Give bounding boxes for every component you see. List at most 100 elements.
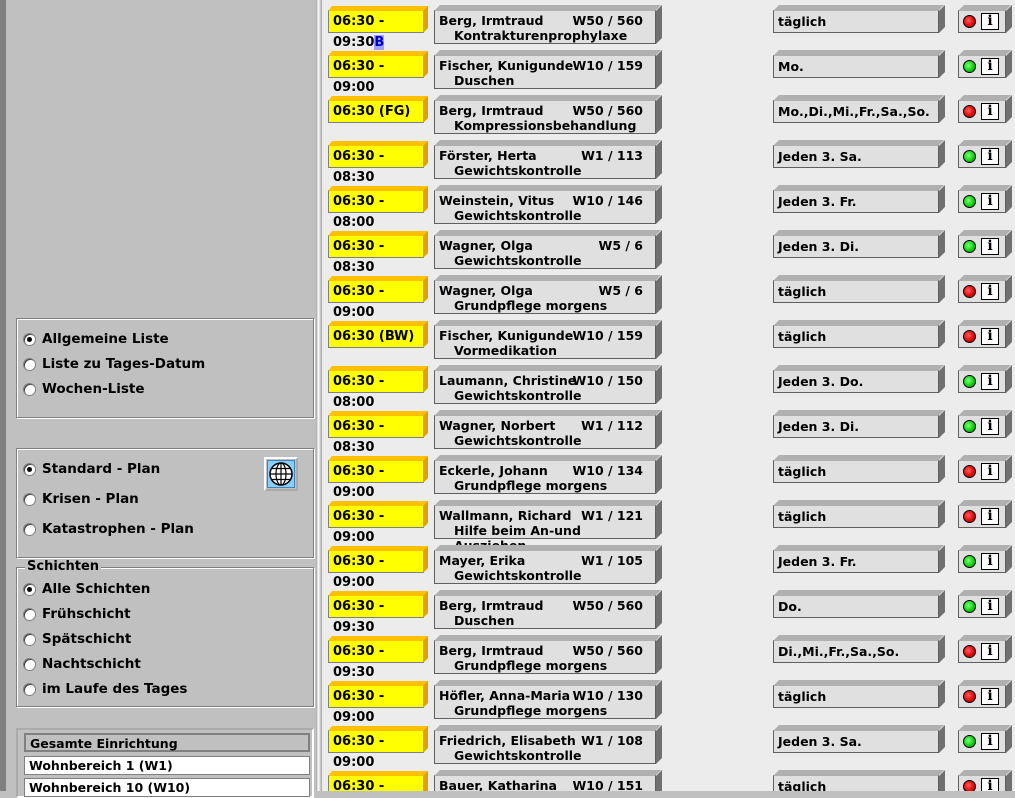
resident-task-button[interactable]: Fischer, Kunigunde W10 / 159 Vormedikati… [434, 325, 656, 359]
frequency-field[interactable]: täglich [773, 460, 939, 483]
task-row[interactable]: 06:30 - 08:30 Wagner, Olga W5 / 6 Gewich… [322, 225, 1015, 275]
radio-katastrophen-plan[interactable]: Katastrophen - Plan [23, 519, 194, 539]
info-button[interactable]: i [981, 643, 999, 660]
time-field[interactable]: 06:30 - 09:00 [328, 280, 424, 320]
radio-krisen-plan[interactable]: Krisen - Plan [23, 489, 139, 509]
info-button[interactable]: i [981, 553, 999, 570]
task-row[interactable]: 06:30 - 09:30B Berg, Irmtraud W50 / 560 … [322, 0, 1015, 50]
info-button[interactable]: i [981, 58, 999, 75]
resident-task-button[interactable]: Eckerle, Johann W10 / 134 Grundpflege mo… [434, 460, 656, 494]
time-field[interactable]: 06:30 - 08:00 [328, 190, 424, 230]
resident-task-button[interactable]: Mayer, Erika W1 / 105 Gewichtskontrolle [434, 550, 656, 584]
green-status-dot-icon[interactable] [963, 195, 976, 208]
time-field[interactable]: 06:30 - 08:30 [328, 235, 424, 275]
radio-button-icon[interactable] [23, 332, 36, 346]
time-field[interactable]: 06:30 (BW) [328, 325, 424, 348]
resident-task-button[interactable]: Laumann, Christine W10 / 150 Gewichtskon… [434, 370, 656, 404]
resident-task-button[interactable]: Berg, Irmtraud W50 / 560 Kompressionsbeh… [434, 100, 656, 134]
task-row[interactable]: 06:30 - 08:00 Weinstein, Vitus W10 / 146… [322, 180, 1015, 230]
task-row[interactable]: 06:30 - 09:30 Berg, Irmtraud W50 / 560 G… [322, 630, 1015, 680]
info-button[interactable]: i [981, 103, 999, 120]
task-row[interactable]: 06:30 - 08:30 Wagner, Norbert W1 / 112 G… [322, 405, 1015, 455]
frequency-field[interactable]: Jeden 3. Sa. [773, 730, 939, 753]
green-status-dot-icon[interactable] [963, 150, 976, 163]
frequency-field[interactable]: Jeden 3. Fr. [773, 550, 939, 573]
red-status-dot-icon[interactable] [963, 285, 976, 298]
resident-task-button[interactable]: Friedrich, Elisabeth W1 / 108 Gewichtsko… [434, 730, 656, 764]
time-field[interactable]: 06:30 - 09:30 [328, 640, 424, 680]
red-status-dot-icon[interactable] [963, 510, 976, 523]
info-button[interactable]: i [981, 418, 999, 435]
task-row[interactable]: 06:30 - 08:30 Förster, Herta W1 / 113 Ge… [322, 135, 1015, 185]
time-field[interactable]: 06:30 - 09:00 [328, 550, 424, 590]
frequency-field[interactable]: Jeden 3. Do. [773, 370, 939, 393]
radio-button-icon[interactable] [23, 682, 36, 696]
task-row[interactable]: 06:30 - 09:00 Friedrich, Elisabeth W1 / … [322, 720, 1015, 770]
time-field[interactable]: 06:30 - 09:00 [328, 55, 424, 95]
globe-button[interactable] [264, 457, 298, 491]
frequency-field[interactable]: Jeden 3. Fr. [773, 190, 939, 213]
task-row[interactable]: 06:30 - 09:00 Bauer, Katharina W10 / 151… [322, 765, 1015, 791]
green-status-dot-icon[interactable] [963, 60, 976, 73]
frequency-field[interactable]: Jeden 3. Di. [773, 235, 939, 258]
green-status-dot-icon[interactable] [963, 240, 976, 253]
frequency-field[interactable]: täglich [773, 10, 939, 33]
task-row[interactable]: 06:30 - 08:00 Laumann, Christine W10 / 1… [322, 360, 1015, 410]
info-button[interactable]: i [981, 238, 999, 255]
frequency-field[interactable]: täglich [773, 685, 939, 708]
radio-im-laufe-des-tages[interactable]: im Laufe des Tages [23, 679, 187, 699]
resident-task-button[interactable]: Wallmann, Richard W1 / 121 Hilfe beim An… [434, 505, 656, 553]
radio-button-icon[interactable] [23, 382, 36, 396]
info-button[interactable]: i [981, 283, 999, 300]
resident-task-button[interactable]: Wagner, Olga W5 / 6 Gewichtskontrolle [434, 235, 656, 269]
radio-nachtschicht[interactable]: Nachtschicht [23, 654, 141, 674]
radio-button-icon[interactable] [23, 522, 36, 536]
time-field[interactable]: 06:30 - 08:30 [328, 415, 424, 455]
frequency-field[interactable]: Mo.,Di.,Mi.,Fr.,Sa.,So. [773, 100, 939, 123]
radio-wochen-liste[interactable]: Wochen-Liste [23, 379, 145, 399]
task-row[interactable]: 06:30 (FG) Berg, Irmtraud W50 / 560 Komp… [322, 90, 1015, 135]
frequency-field[interactable]: täglich [773, 775, 939, 791]
red-status-dot-icon[interactable] [963, 15, 976, 28]
radio-button-icon[interactable] [23, 462, 36, 476]
radio-button-icon[interactable] [23, 632, 36, 646]
radio-spaetschicht[interactable]: Spätschicht [23, 629, 131, 649]
time-field[interactable]: 06:30 (FG) [328, 100, 424, 123]
task-row[interactable]: 06:30 - 09:00 Wagner, Olga W5 / 6 Grundp… [322, 270, 1015, 320]
info-button[interactable]: i [981, 193, 999, 210]
info-button[interactable]: i [981, 148, 999, 165]
info-button[interactable]: i [981, 373, 999, 390]
area-list[interactable]: Gesamte Einrichtung Wohnbereich 1 (W1) W… [16, 728, 314, 798]
resident-task-button[interactable]: Förster, Herta W1 / 113 Gewichtskontroll… [434, 145, 656, 179]
task-row[interactable]: 06:30 - 09:00 Eckerle, Johann W10 / 134 … [322, 450, 1015, 500]
time-field[interactable]: 06:30 - 08:00 [328, 370, 424, 410]
info-button[interactable]: i [981, 328, 999, 345]
radio-button-icon[interactable] [23, 357, 36, 371]
resident-task-button[interactable]: Berg, Irmtraud W50 / 560 Kontrakturenpro… [434, 10, 656, 44]
resident-task-button[interactable]: Berg, Irmtraud W50 / 560 Duschen [434, 595, 656, 629]
area-item-gesamte-einrichtung[interactable]: Gesamte Einrichtung [24, 733, 310, 752]
radio-fruehschicht[interactable]: Frühschicht [23, 604, 131, 624]
red-status-dot-icon[interactable] [963, 465, 976, 478]
time-field[interactable]: 06:30 - 08:30 [328, 145, 424, 185]
frequency-field[interactable]: Jeden 3. Di. [773, 415, 939, 438]
frequency-field[interactable]: täglich [773, 505, 939, 528]
info-button[interactable]: i [981, 598, 999, 615]
info-button[interactable]: i [981, 508, 999, 525]
time-field[interactable]: 06:30 - 09:00 [328, 775, 424, 791]
area-item-w10[interactable]: Wohnbereich 10 (W10) [24, 778, 310, 797]
task-row[interactable]: 06:30 - 09:00 Mayer, Erika W1 / 105 Gewi… [322, 540, 1015, 590]
info-button[interactable]: i [981, 463, 999, 480]
frequency-field[interactable]: täglich [773, 325, 939, 348]
time-field[interactable]: 06:30 - 09:00 [328, 730, 424, 770]
resident-task-button[interactable]: Weinstein, Vitus W10 / 146 Gewichtskontr… [434, 190, 656, 224]
info-button[interactable]: i [981, 733, 999, 750]
resident-task-button[interactable]: Bauer, Katharina W10 / 151 [434, 775, 656, 791]
red-status-dot-icon[interactable] [963, 105, 976, 118]
time-field[interactable]: 06:30 - 09:30 [328, 595, 424, 635]
resident-task-button[interactable]: Wagner, Norbert W1 / 112 Gewichtskontrol… [434, 415, 656, 449]
resident-task-button[interactable]: Fischer, Kunigunde W10 / 159 Duschen [434, 55, 656, 89]
green-status-dot-icon[interactable] [963, 555, 976, 568]
radio-liste-tages-datum[interactable]: Liste zu Tages-Datum [23, 354, 205, 374]
green-status-dot-icon[interactable] [963, 420, 976, 433]
